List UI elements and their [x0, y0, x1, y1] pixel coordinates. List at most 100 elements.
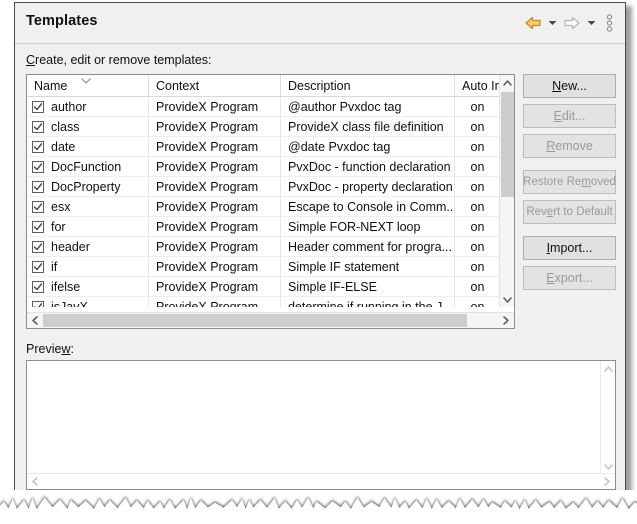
table-horizontal-scroll-thumb[interactable]	[43, 314, 467, 327]
dialog-button-panel: New... Edit... Remove Restore Re m oved Rev e rt…	[523, 74, 616, 296]
cell-name-label: if	[51, 259, 58, 274]
row-checkbox[interactable]	[32, 300, 44, 307]
button-mnemonic: I	[546, 241, 551, 255]
cell-name-label: class	[51, 119, 80, 134]
cell-name: esx	[27, 197, 148, 216]
cell-name-label: date	[51, 139, 76, 154]
back-dropdown-icon[interactable]	[545, 11, 560, 35]
column-header-context-label: Context	[156, 78, 200, 93]
row-checkbox[interactable]	[32, 200, 44, 213]
cell-name: DocFunction	[27, 157, 148, 176]
cell-context: ProvideX Program	[148, 217, 280, 236]
cell-auto-insert: on	[454, 237, 500, 256]
row-checkbox[interactable]	[32, 140, 44, 153]
column-header-context[interactable]: Context	[148, 75, 280, 96]
page-title: Templates	[26, 13, 98, 29]
forward-dropdown-icon[interactable]	[584, 11, 599, 35]
cell-name-label: DocFunction	[51, 159, 122, 174]
table-row[interactable]: author ProvideX Program @author Pvxdoc tag…	[27, 97, 500, 117]
cell-description: Header comment for progra...	[280, 237, 454, 256]
row-checkbox[interactable]	[32, 180, 44, 193]
button-mnemonic: m	[581, 176, 591, 188]
view-menu-icon[interactable]	[599, 11, 619, 35]
row-checkbox[interactable]	[32, 160, 44, 173]
cell-context: ProvideX Program	[148, 177, 280, 196]
preview-vertical-scrollbar[interactable]	[600, 361, 615, 474]
restore-removed-button: Restore Re m oved	[523, 170, 616, 194]
preview-scroll-right-icon[interactable]	[599, 474, 615, 489]
cell-context: ProvideX Program	[148, 237, 280, 256]
row-checkbox[interactable]	[32, 280, 44, 293]
preview-label-mnemonic: w	[61, 342, 71, 356]
preview-panel	[26, 360, 616, 490]
row-checkbox[interactable]	[32, 220, 44, 233]
scroll-up-icon[interactable]	[500, 75, 514, 90]
new-button[interactable]: New...	[523, 74, 616, 98]
cell-auto-insert: on	[454, 197, 500, 216]
table-row[interactable]: date ProvideX Program @date Pvxdoc tag on	[27, 137, 500, 157]
row-checkbox[interactable]	[32, 120, 44, 133]
table-row[interactable]: header ProvideX Program Header comment for…	[27, 237, 500, 257]
preview-label: Preview:	[26, 342, 74, 356]
instruction-mnemonic: C	[26, 53, 36, 67]
cell-name: ifelse	[27, 277, 148, 296]
revert-to-default-button: Rev e rt to Default	[523, 200, 616, 224]
table-row[interactable]: ifelse ProvideX Program Simple IF-ELSE on	[27, 277, 500, 297]
table-row[interactable]: isJavX ProvideX Program determine if runni…	[27, 297, 500, 307]
cell-context: ProvideX Program	[148, 157, 280, 176]
column-header-description[interactable]: Description	[280, 75, 454, 96]
scroll-right-icon[interactable]	[498, 313, 514, 328]
column-header-name[interactable]: Name	[27, 75, 148, 96]
cell-description: PvxDoc - function declaration	[280, 157, 454, 176]
row-checkbox[interactable]	[32, 100, 44, 113]
table-rows-viewport[interactable]: author ProvideX Program @author Pvxdoc tag…	[27, 97, 500, 307]
preview-scroll-down-icon[interactable]	[601, 459, 615, 474]
cell-auto-insert: on	[454, 117, 500, 136]
preview-horizontal-scrollbar[interactable]	[27, 473, 615, 489]
button-mnemonic: R	[546, 139, 556, 153]
table-row[interactable]: esx ProvideX Program Escape to Console in …	[27, 197, 500, 217]
torn-paper-edge	[0, 490, 637, 524]
cell-name-label: DocProperty	[51, 179, 121, 194]
preview-scroll-left-icon[interactable]	[27, 474, 43, 489]
import-button[interactable]: Import...	[523, 236, 616, 260]
cell-description: PvxDoc - property declaration	[280, 177, 454, 196]
back-arrow-icon[interactable]	[521, 11, 545, 35]
table-vertical-scrollbar[interactable]	[499, 75, 514, 307]
dialog-titlebar: Templates	[15, 3, 625, 44]
cell-context: ProvideX Program	[148, 297, 280, 307]
instruction-rest: reate, edit or remove templates:	[35, 53, 212, 67]
cell-auto-insert: on	[454, 257, 500, 276]
cell-name-label: ifelse	[51, 279, 81, 294]
sort-descending-icon	[80, 75, 92, 84]
remove-button: Remove	[523, 134, 616, 158]
cell-auto-insert: on	[454, 97, 500, 116]
table-row[interactable]: if ProvideX Program Simple IF statement on	[27, 257, 500, 277]
button-mnemonic: E	[553, 109, 562, 123]
table-vertical-scroll-thumb[interactable]	[501, 92, 514, 197]
table-row[interactable]: for ProvideX Program Simple FOR-NEXT loop o…	[27, 217, 500, 237]
cell-context: ProvideX Program	[148, 137, 280, 156]
scroll-left-icon[interactable]	[27, 313, 43, 328]
table-row[interactable]: class ProvideX Program ProvideX class file…	[27, 117, 500, 137]
row-checkbox[interactable]	[32, 240, 44, 253]
scroll-down-icon[interactable]	[500, 292, 514, 307]
cell-auto-insert: on	[454, 217, 500, 236]
cell-context: ProvideX Program	[148, 197, 280, 216]
row-checkbox[interactable]	[32, 260, 44, 273]
cell-auto-insert: on	[454, 297, 500, 307]
table-horizontal-scrollbar[interactable]	[27, 312, 514, 328]
table-row[interactable]: DocFunction ProvideX Program PvxDoc - func…	[27, 157, 500, 177]
button-mnemonic: E	[546, 271, 555, 285]
cell-description: @date Pvxdoc tag	[280, 137, 454, 156]
preview-scroll-up-icon[interactable]	[601, 361, 615, 376]
screenshot-canvas: Templates Create, edit or remove templat…	[0, 0, 637, 524]
cell-name: class	[27, 117, 148, 136]
templates-preference-dialog: Templates Create, edit or remove templat…	[14, 2, 626, 501]
torn-edge-path	[0, 497, 637, 524]
forward-arrow-icon[interactable]	[560, 11, 584, 35]
cell-description: determine if running in the J...	[280, 297, 454, 307]
column-header-description-label: Description	[288, 78, 351, 93]
table-row[interactable]: DocProperty ProvideX Program PvxDoc - prop…	[27, 177, 500, 197]
cell-auto-insert: on	[454, 157, 500, 176]
